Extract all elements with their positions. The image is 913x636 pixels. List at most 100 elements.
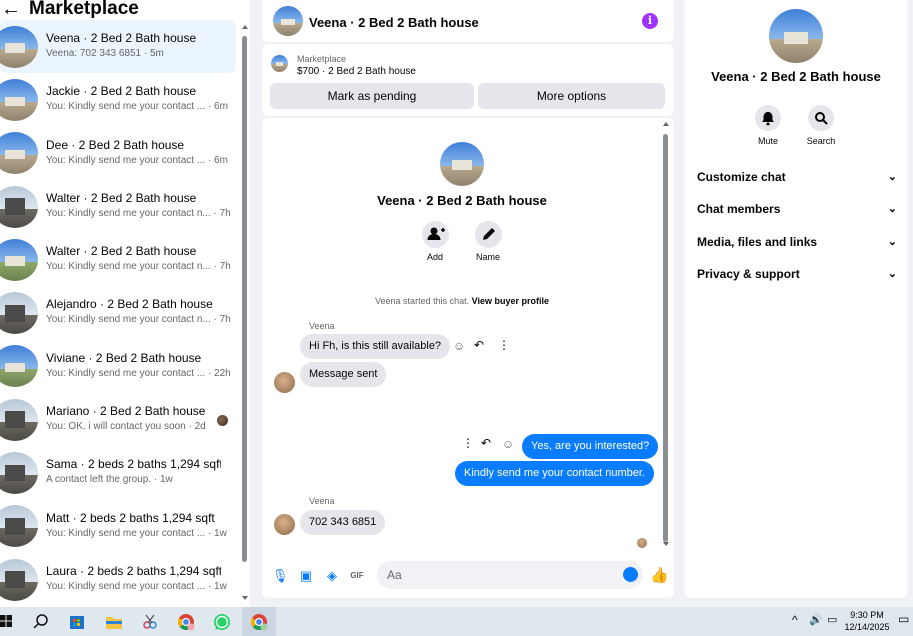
conversation-preview: You: Kindly send me your contact ... · 1… (46, 580, 227, 592)
sidebar-scrollbar[interactable] (241, 22, 248, 600)
message-bubble-outgoing[interactable]: Kindly send me your contact number. (455, 461, 654, 486)
search-label: Search (806, 136, 836, 146)
view-buyer-profile-link[interactable]: View buyer profile (472, 296, 549, 306)
listing-thumbnail (0, 25, 38, 68)
conversation-item[interactable]: Sama · 2 beds 2 baths 1,294 sqft A contac… (0, 446, 236, 499)
message-bubble-outgoing[interactable]: Yes, are you interested? (522, 434, 659, 459)
scroll-up-arrow-icon[interactable] (242, 25, 248, 29)
privacy-support-section[interactable]: Privacy & support ⌄ (697, 267, 897, 281)
section-label: Chat members (697, 202, 781, 216)
conversation-item[interactable]: Viviane · 2 Bed 2 Bath house You: Kindly … (0, 340, 236, 393)
gif-icon[interactable]: GIF (349, 569, 365, 583)
mute-button[interactable] (755, 105, 781, 131)
speaker-icon[interactable]: 🔊 (809, 613, 823, 626)
details-avatar (769, 9, 823, 63)
conversation-sidebar: ← Marketplace Veena · 2 Bed 2 Bath house… (0, 0, 250, 607)
emoji-icon[interactable] (623, 567, 638, 582)
conversation-preview: You: Kindly send me your contact ... · 6… (46, 101, 228, 113)
chat-members-section[interactable]: Chat members ⌄ (697, 202, 897, 216)
conversation-preview: You: Kindly send me your contact n... · … (46, 261, 231, 273)
conversation-item[interactable]: Dee · 2 Bed 2 Bath house You: Kindly send… (0, 127, 236, 180)
reply-icon[interactable]: ↶ (481, 436, 491, 450)
conversation-name: Sama · 2 beds 2 baths 1,294 sqft (46, 457, 221, 472)
chat-details-panel: Veena · 2 Bed 2 Bath house Mute Search C… (685, 0, 907, 598)
whatsapp-icon[interactable] (212, 612, 232, 632)
conversation-item[interactable]: Laura · 2 beds 2 baths 1,294 sqft You: Ki… (0, 553, 236, 606)
back-arrow-icon[interactable]: ← (1, 0, 21, 19)
chrome-profile-a-icon[interactable] (176, 612, 196, 632)
listing-thumbnail (0, 452, 38, 495)
conversation-preview: You: Kindly send me your contact ... · 2… (46, 367, 231, 379)
listing-thumbnail (0, 292, 38, 335)
clock-time: 9:30 PM (850, 610, 884, 620)
snipping-tool-icon[interactable] (140, 612, 160, 632)
listing-thumbnail (271, 55, 288, 72)
message-bubble-incoming[interactable]: Message sent (300, 362, 387, 387)
conversation-preview: Veena: 702 343 6851 · 5m (46, 48, 164, 59)
windows-start-icon[interactable] (0, 615, 12, 627)
listing-thumbnail (0, 238, 38, 281)
media-files-links-section[interactable]: Media, files and links ⌄ (697, 235, 897, 249)
conversation-item[interactable]: Matt · 2 beds 2 baths 1,294 sqft You: Kin… (0, 500, 236, 553)
photo-icon[interactable]: ▣ (299, 569, 313, 583)
conversation-name: Jackie · 2 Bed 2 Bath house (46, 84, 197, 99)
listing-thumbnail (0, 398, 38, 441)
conversation-name: Veena · 2 Bed 2 Bath house (46, 31, 197, 45)
sender-avatar (274, 514, 295, 535)
message-bubble-incoming[interactable]: 702 343 6851 (300, 510, 386, 535)
scroll-down-arrow-icon[interactable] (663, 542, 669, 546)
chat-avatar[interactable] (273, 6, 303, 36)
conversation-name: Viviane · 2 Bed 2 Bath house (46, 350, 202, 365)
scrollbar-thumb[interactable] (242, 36, 247, 562)
conversation-item[interactable]: Veena · 2 Bed 2 Bath house Veena: 702 343… (0, 20, 236, 74)
listing-thumbnail (0, 185, 38, 228)
name-button[interactable] (475, 221, 502, 248)
conversation-item[interactable]: Jackie · 2 Bed 2 Bath house You: Kindly s… (0, 73, 236, 126)
info-icon[interactable]: i (642, 13, 658, 29)
scroll-down-arrow-icon[interactable] (242, 596, 248, 600)
mute-label: Mute (757, 136, 778, 146)
search-button[interactable] (808, 105, 834, 131)
react-icon[interactable]: ☺ (502, 437, 514, 451)
chat-header-title[interactable]: Veena · 2 Bed 2 Bath house (309, 15, 479, 30)
reply-icon[interactable]: ↶ (474, 338, 484, 352)
react-icon[interactable]: ☺ (453, 339, 465, 353)
conversation-item[interactable]: Mariano · 2 Bed 2 Bath house You: OK. i w… (0, 393, 236, 446)
customize-chat-section[interactable]: Customize chat ⌄ (697, 170, 897, 184)
sticker-icon[interactable]: ◈ (325, 569, 339, 583)
add-button[interactable] (422, 221, 449, 248)
more-actions-icon[interactable]: ⋮ (498, 338, 510, 352)
mark-as-pending-button[interactable]: Mark as pending (270, 83, 474, 109)
message-input-placeholder: Aa (387, 568, 402, 582)
chat-header: Veena · 2 Bed 2 Bath house i (262, 0, 674, 42)
scroll-up-arrow-icon[interactable] (663, 122, 669, 126)
conversation-name: Alejandro · 2 Bed 2 Bath house (46, 297, 213, 312)
network-icon[interactable]: ▭ (827, 613, 837, 626)
search-icon[interactable] (31, 612, 51, 632)
conversation-item[interactable]: Walter · 2 Bed 2 Bath house You: Kindly s… (0, 233, 236, 286)
chevron-down-icon: ⌄ (887, 236, 897, 248)
chrome-profile-b-icon[interactable] (249, 612, 269, 632)
more-actions-icon[interactable]: ⋮ (462, 436, 474, 450)
like-icon[interactable]: 👍 (650, 568, 669, 583)
add-label: Add (426, 252, 443, 262)
conversation-preview: You: Kindly send me your contact n... · … (46, 207, 231, 219)
chevron-down-icon: ⌄ (887, 171, 897, 183)
notifications-icon[interactable]: ▭ (898, 612, 909, 626)
message-input[interactable]: Aa (377, 561, 643, 589)
chat-scrollbar-thumb[interactable] (663, 134, 668, 542)
chat-panel: Veena · 2 Bed 2 Bath house Add Name Veen… (262, 118, 674, 598)
file-explorer-icon[interactable] (104, 612, 124, 632)
more-options-button[interactable]: More options (478, 83, 665, 109)
message-bubble-incoming[interactable]: Hi Fh, is this still available? (300, 334, 451, 359)
store-icon[interactable] (67, 612, 87, 632)
chevron-up-icon[interactable]: ^ (792, 613, 798, 627)
sender-name: Veena (309, 321, 335, 331)
conversation-item[interactable]: Alejandro · 2 Bed 2 Bath house You: Kindl… (0, 286, 236, 339)
microphone-icon[interactable]: 🎙 (272, 569, 289, 583)
section-label: Privacy & support (697, 267, 800, 281)
conversation-item[interactable]: Walter · 2 Bed 2 Bath house You: Kindly s… (0, 180, 236, 233)
conversation-name: Matt · 2 beds 2 baths 1,294 sqft (46, 510, 215, 525)
taskbar-clock[interactable]: 9:30 PM 12/14/2025 (842, 609, 892, 633)
listing-price-title[interactable]: $700 · 2 Bed 2 Bath house (297, 66, 416, 77)
